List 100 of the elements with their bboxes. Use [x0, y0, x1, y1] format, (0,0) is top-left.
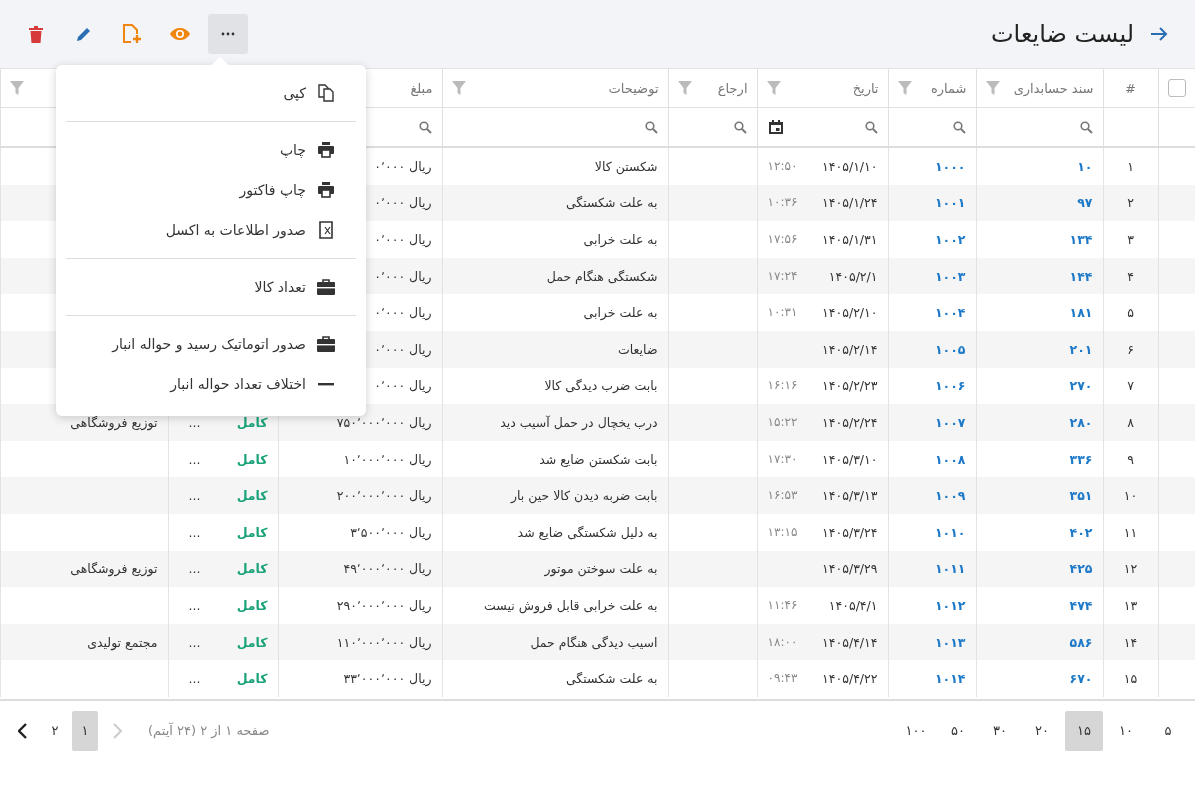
date-text: ۱۴۰۵/۳/۲۴ — [822, 524, 878, 540]
date-text: ۱۴۰۵/۲/۱۰ — [822, 305, 878, 321]
document-link[interactable]: ۳۳۶ — [1069, 451, 1093, 467]
document-link[interactable]: ۲۷۰ — [1069, 378, 1093, 394]
page-size-option[interactable]: ۱۵ — [1065, 710, 1103, 751]
calendar-icon[interactable] — [767, 119, 784, 135]
document-link[interactable]: ۱۴۴ — [1069, 268, 1093, 284]
more-icon — [221, 32, 235, 36]
number-link[interactable]: ۱۰۰۴ — [934, 305, 966, 321]
document-link[interactable]: ۴۰۲ — [1069, 524, 1093, 540]
row-number: ۷ — [1127, 378, 1134, 394]
number-link[interactable]: ۱۰۰۳ — [934, 268, 966, 284]
page-size-option[interactable]: ۲۰ — [1023, 710, 1061, 751]
amount-text: ریال ۳۳٬۰۰۰٬۰۰۰ — [343, 671, 432, 687]
page-size-option[interactable]: ۵۰ — [939, 710, 977, 751]
page-button[interactable]: ۱ — [72, 710, 98, 751]
number-link[interactable]: ۱۰۱۱ — [934, 561, 966, 577]
page-size-option[interactable]: ۱۰ — [1107, 710, 1145, 751]
amount-text: ریال ۰٬۰۰۰ — [374, 232, 432, 247]
number-link[interactable]: ۱۰۰۷ — [934, 414, 966, 430]
column-header[interactable]: سند حسابداری — [1013, 80, 1094, 96]
amount-text: ریال ۰٬۰۰۰ — [374, 305, 432, 321]
column-header[interactable]: ارجاع — [717, 80, 748, 96]
more-link[interactable]: ... — [188, 524, 201, 540]
number-link[interactable]: ۱۰۱۰ — [934, 524, 966, 540]
more-link[interactable]: ... — [188, 451, 201, 467]
search-icon[interactable] — [952, 120, 966, 134]
more-link[interactable]: ... — [188, 488, 201, 504]
copy-icon — [316, 83, 336, 103]
select-all-checkbox[interactable] — [1167, 79, 1186, 97]
description-text: بابت ضربه دیدن کالا حین بار — [510, 488, 658, 504]
number-link[interactable]: ۱۰۰۸ — [934, 451, 966, 467]
more-link[interactable]: ... — [188, 414, 201, 430]
column-header[interactable]: تاریخ — [852, 80, 879, 96]
number-link[interactable]: ۱۰۱۲ — [934, 597, 966, 613]
date-text: ۱۴۰۵/۱/۱۰ — [822, 158, 878, 174]
page-size-option[interactable]: ۱۰۰ — [897, 710, 935, 751]
document-link[interactable]: ۱۸۱ — [1069, 305, 1093, 321]
document-link[interactable]: ۱۰ — [1077, 158, 1093, 174]
number-link[interactable]: ۱۰۱۳ — [934, 634, 966, 650]
more-link[interactable]: ... — [188, 561, 201, 577]
more-link[interactable]: ... — [188, 671, 201, 687]
column-header[interactable]: # — [1125, 80, 1136, 96]
number-link[interactable]: ۱۰۰۶ — [934, 378, 966, 394]
time-text: ۱۷:۵۶ — [767, 232, 798, 247]
search-icon[interactable] — [1079, 120, 1093, 134]
number-link[interactable]: ۱۰۱۴ — [934, 671, 966, 687]
number-link[interactable]: ۱۰۰۱ — [934, 195, 966, 211]
document-link[interactable]: ۱۳۴ — [1069, 232, 1093, 247]
search-icon[interactable] — [864, 120, 878, 134]
search-icon[interactable] — [733, 120, 747, 134]
more-link[interactable]: ... — [188, 634, 201, 650]
column-header[interactable]: مبلغ — [410, 80, 433, 96]
menu-item[interactable]: چاپ — [66, 130, 356, 170]
status-text: کامل — [236, 597, 268, 613]
table-cell: مجتمع تولیدی — [87, 634, 158, 650]
description-text: به علت خرابی — [583, 232, 658, 247]
page-button[interactable]: ۲ — [42, 710, 68, 751]
document-link[interactable]: ۵۸۶ — [1069, 634, 1093, 650]
menu-item[interactable]: تعداد کالا — [66, 267, 356, 307]
number-link[interactable]: ۱۰۰۹ — [934, 488, 966, 504]
back-arrow-icon[interactable] — [1150, 27, 1168, 41]
description-text: به علت شکستگی — [565, 195, 658, 211]
trash-icon — [29, 25, 43, 43]
document-link[interactable]: ۲۰۱ — [1069, 341, 1093, 357]
amount-text: ریال ۱۱۰٬۰۰۰٬۰۰۰ — [336, 634, 432, 650]
search-icon[interactable] — [644, 120, 658, 134]
time-text: ۰۹:۴۳ — [767, 671, 798, 687]
amount-text: ریال ۰٬۰۰۰ — [374, 158, 432, 174]
number-link[interactable]: ۱۰۰۰ — [934, 158, 966, 174]
row-number: ۱ — [1127, 158, 1134, 174]
document-link[interactable]: ۴۷۴ — [1069, 597, 1093, 613]
number-link[interactable]: ۱۰۰۵ — [934, 341, 966, 357]
document-link[interactable]: ۲۸۰ — [1069, 414, 1093, 430]
document-link[interactable]: ۳۵۱ — [1069, 488, 1093, 504]
document-link[interactable]: ۴۲۵ — [1069, 561, 1093, 577]
menu-item[interactable]: صدور اطلاعات به اکسل — [66, 210, 356, 250]
date-text: ۱۴۰۵/۲/۲۴ — [822, 414, 878, 430]
menu-item[interactable]: صدور اتوماتیک رسید و حواله انبار — [66, 324, 356, 364]
time-text: ۱۶:۵۳ — [767, 488, 798, 504]
menu-item[interactable]: چاپ فاکتور — [66, 170, 356, 210]
date-text: ۱۴۰۵/۲/۱۴ — [822, 341, 878, 357]
number-link[interactable]: ۱۰۰۲ — [934, 232, 966, 247]
menu-item[interactable]: اختلاف تعداد حواله انبار — [66, 364, 356, 404]
document-link[interactable]: ۶۷۰ — [1069, 671, 1093, 687]
printer-icon — [316, 142, 336, 158]
status-text: کامل — [236, 451, 268, 467]
menu-item[interactable]: کپی — [66, 73, 356, 113]
column-header[interactable]: شماره — [931, 80, 967, 96]
search-icon[interactable] — [418, 120, 432, 134]
description-text: به دلیل شکستگی ضایع شد — [517, 524, 658, 540]
column-header[interactable]: توضیحات — [608, 80, 659, 96]
more-link[interactable]: ... — [188, 597, 201, 613]
page-size-option[interactable]: ۳۰ — [981, 710, 1019, 751]
add-file-icon — [122, 24, 142, 44]
page-size-option[interactable]: ۵ — [1149, 710, 1187, 751]
description-text: ضایعات — [618, 341, 658, 357]
row-number: ۱۵ — [1123, 671, 1138, 687]
description-text: به علت شکستگی — [565, 671, 658, 687]
document-link[interactable]: ۹۷ — [1077, 195, 1093, 211]
